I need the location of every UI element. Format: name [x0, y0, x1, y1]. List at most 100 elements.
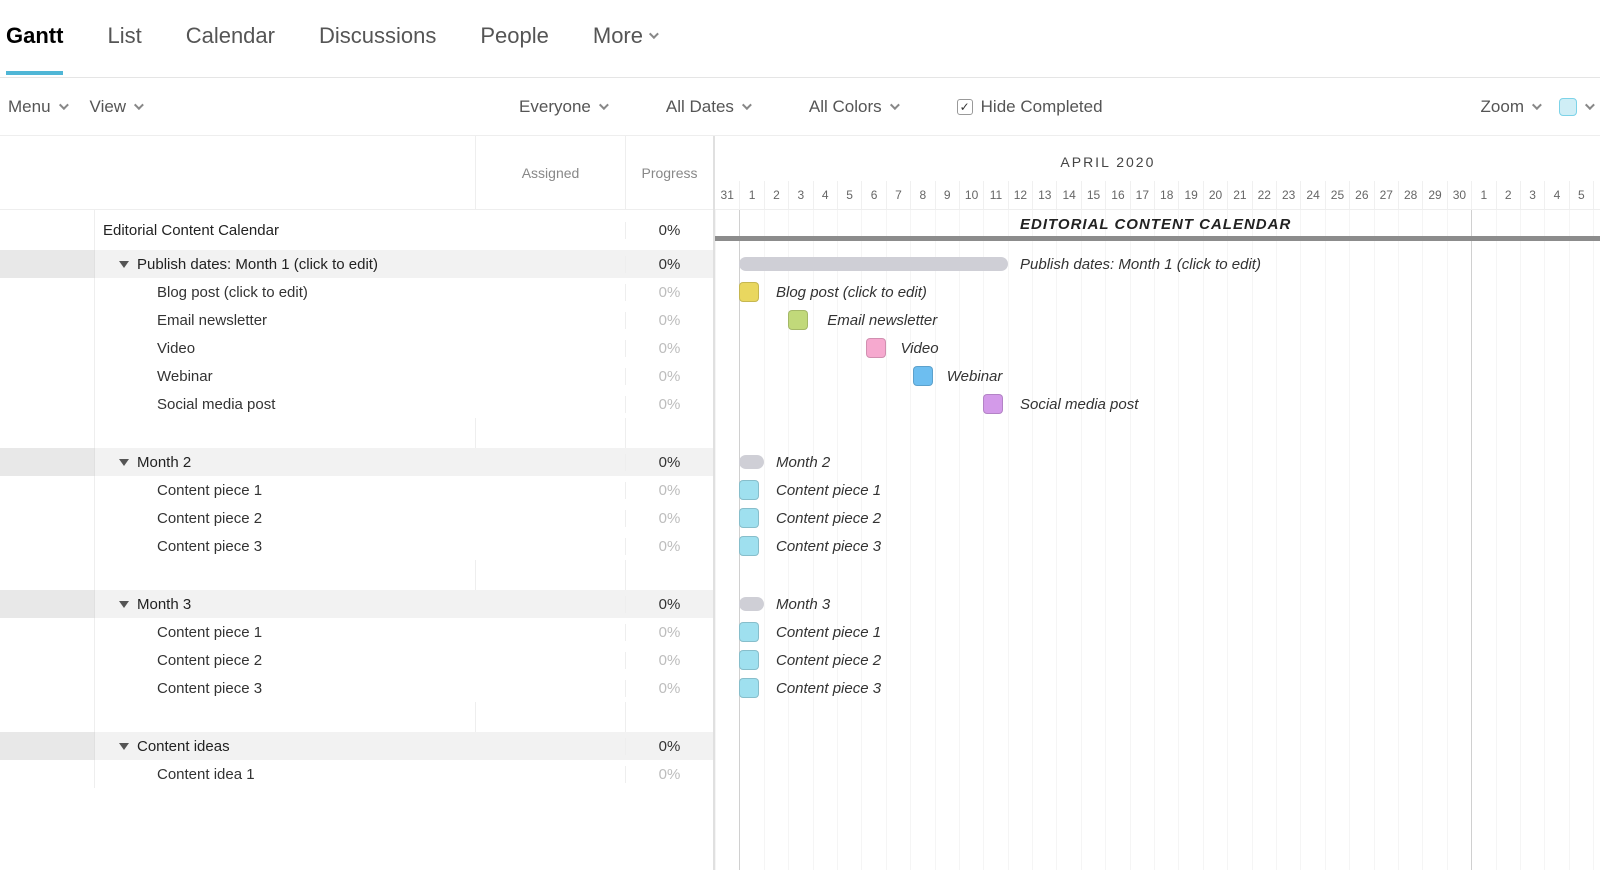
collapse-icon[interactable]: [119, 743, 129, 750]
gantt-row[interactable]: Content piece 3: [715, 532, 1600, 560]
progress-cell[interactable]: 0%: [625, 396, 713, 413]
task-row[interactable]: Content piece 10%: [0, 476, 713, 504]
progress-cell[interactable]: 0%: [625, 340, 713, 357]
date-cell[interactable]: 10: [959, 181, 983, 209]
task-label[interactable]: Content piece 2: [95, 510, 475, 527]
task-row[interactable]: Email newsletter0%: [0, 306, 713, 334]
gantt-row[interactable]: Social media post: [715, 390, 1600, 418]
gantt-row[interactable]: Video: [715, 334, 1600, 362]
progress-cell[interactable]: 0%: [625, 538, 713, 555]
group-summary-bar[interactable]: [739, 597, 763, 611]
progress-cell[interactable]: 0%: [625, 312, 713, 329]
project-title-row[interactable]: Editorial Content Calendar 0%: [0, 210, 713, 250]
col-header-progress[interactable]: Progress: [625, 136, 713, 209]
view-dropdown[interactable]: View: [90, 97, 142, 117]
gantt-row[interactable]: Blog post (click to edit): [715, 278, 1600, 306]
task-label[interactable]: Webinar: [95, 368, 475, 385]
filter-assignee[interactable]: Everyone: [519, 97, 606, 117]
gantt-row[interactable]: Content piece 3: [715, 674, 1600, 702]
date-cell[interactable]: 2: [1496, 181, 1520, 209]
collapse-icon[interactable]: [119, 601, 129, 608]
gantt-row[interactable]: Month 2: [715, 448, 1600, 476]
task-row[interactable]: Content piece 1 0%: [0, 618, 713, 646]
col-header-assigned[interactable]: Assigned: [475, 136, 625, 209]
collapse-icon[interactable]: [119, 459, 129, 466]
date-cell[interactable]: 3: [788, 181, 812, 209]
date-cell[interactable]: 31: [715, 181, 739, 209]
task-row[interactable]: Content piece 30%: [0, 674, 713, 702]
task-label[interactable]: Content piece 2: [95, 652, 475, 669]
task-bar[interactable]: [739, 480, 759, 500]
date-cell[interactable]: 30: [1447, 181, 1471, 209]
date-cell[interactable]: 1: [1471, 181, 1495, 209]
date-cell[interactable]: 4: [1544, 181, 1568, 209]
progress-cell[interactable]: 0%: [625, 766, 713, 783]
date-cell[interactable]: 9: [935, 181, 959, 209]
date-cell[interactable]: 19: [1178, 181, 1202, 209]
task-label[interactable]: Content ideas: [95, 738, 475, 755]
task-bar[interactable]: [739, 282, 759, 302]
timeline-body[interactable]: EDITORIAL CONTENT CALENDARPublish dates:…: [715, 210, 1600, 870]
date-cell[interactable]: 23: [1276, 181, 1300, 209]
task-label[interactable]: Editorial Content Calendar: [95, 222, 475, 239]
task-label[interactable]: Content piece 1: [95, 624, 475, 641]
progress-cell[interactable]: 0%: [625, 284, 713, 301]
date-cell[interactable]: 21: [1227, 181, 1251, 209]
task-group-row[interactable]: Publish dates: Month 1 (click to edit)0%: [0, 250, 713, 278]
date-cell[interactable]: 26: [1349, 181, 1373, 209]
task-bar[interactable]: [739, 536, 759, 556]
task-label[interactable]: Social media post: [95, 396, 475, 413]
project-summary-bar[interactable]: [715, 236, 1600, 241]
tab-list[interactable]: List: [107, 23, 141, 75]
menu-dropdown[interactable]: Menu: [8, 97, 66, 117]
task-bar[interactable]: [913, 366, 933, 386]
gantt-row[interactable]: [715, 732, 1600, 760]
date-cell[interactable]: 18: [1154, 181, 1178, 209]
date-cell[interactable]: 22: [1252, 181, 1276, 209]
collapse-icon[interactable]: [119, 261, 129, 268]
date-cell[interactable]: 5: [837, 181, 861, 209]
task-label[interactable]: Content idea 1: [95, 766, 475, 783]
task-label[interactable]: Month 2: [95, 454, 475, 471]
tab-calendar[interactable]: Calendar: [186, 23, 275, 75]
progress-cell[interactable]: 0%: [625, 596, 713, 613]
filter-dates[interactable]: All Dates: [666, 97, 749, 117]
task-bar[interactable]: [739, 650, 759, 670]
gantt-row[interactable]: Month 3: [715, 590, 1600, 618]
date-cell[interactable]: 6: [861, 181, 885, 209]
task-group-row[interactable]: Month 2 0%: [0, 448, 713, 476]
gantt-row[interactable]: Email newsletter: [715, 306, 1600, 334]
group-summary-bar[interactable]: [739, 455, 763, 469]
progress-cell[interactable]: 0%: [625, 222, 713, 239]
task-group-row[interactable]: Month 3 0%: [0, 590, 713, 618]
date-cell[interactable]: 1: [739, 181, 763, 209]
tab-more[interactable]: More: [593, 23, 656, 75]
task-label[interactable]: Content piece 3: [95, 680, 475, 697]
task-row[interactable]: Content piece 20%: [0, 504, 713, 532]
date-cell[interactable]: 24: [1300, 181, 1324, 209]
hide-completed-toggle[interactable]: Hide Completed: [957, 97, 1103, 117]
gantt-row[interactable]: Content piece 1: [715, 476, 1600, 504]
task-label[interactable]: Month 3: [95, 596, 475, 613]
gantt-row[interactable]: EDITORIAL CONTENT CALENDAR: [715, 210, 1600, 250]
task-row[interactable]: Content piece 30%: [0, 532, 713, 560]
gantt-row[interactable]: Webinar: [715, 362, 1600, 390]
task-label[interactable]: Publish dates: Month 1 (click to edit): [95, 256, 475, 273]
group-summary-bar[interactable]: [739, 257, 1007, 271]
progress-cell[interactable]: 0%: [625, 454, 713, 471]
task-label[interactable]: Blog post (click to edit): [95, 284, 475, 301]
task-bar[interactable]: [983, 394, 1003, 414]
date-cell[interactable]: 28: [1398, 181, 1422, 209]
progress-cell[interactable]: 0%: [625, 624, 713, 641]
task-bar[interactable]: [866, 338, 886, 358]
date-cell[interactable]: 25: [1325, 181, 1349, 209]
date-cell[interactable]: 16: [1105, 181, 1129, 209]
date-cell[interactable]: 27: [1374, 181, 1398, 209]
timeline-pane[interactable]: APRIL 2020 M 311234567891011121314151617…: [715, 136, 1600, 870]
task-row[interactable]: Content piece 20%: [0, 646, 713, 674]
filter-colors[interactable]: All Colors: [809, 97, 897, 117]
date-cell[interactable]: 20: [1203, 181, 1227, 209]
task-group-row[interactable]: Content ideas0%: [0, 732, 713, 760]
progress-cell[interactable]: 0%: [625, 482, 713, 499]
gantt-row[interactable]: [715, 760, 1600, 788]
